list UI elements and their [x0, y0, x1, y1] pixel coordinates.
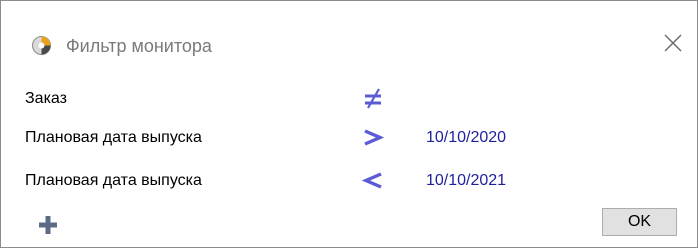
condition-field-label: Заказ [25, 90, 67, 107]
title-bar: Фильтр монитора [1, 1, 697, 56]
monitor-filter-icon [32, 36, 51, 55]
condition-value[interactable]: 10/10/2021 [426, 171, 506, 191]
greater-than-icon[interactable] [359, 125, 387, 149]
condition-value[interactable]: 10/10/2020 [426, 128, 506, 148]
filter-dialog: Фильтр монитора Заказ Плановая дата выпу… [0, 0, 698, 248]
plus-icon [39, 216, 57, 234]
close-icon[interactable] [661, 31, 685, 55]
condition-field-label: Плановая дата выпуска [25, 172, 202, 189]
ok-button[interactable]: OK [602, 208, 677, 236]
add-condition-button[interactable] [37, 214, 59, 236]
condition-field-label: Плановая дата выпуска [25, 129, 202, 146]
not-equal-icon[interactable] [359, 86, 387, 110]
window-title: Фильтр монитора [66, 36, 212, 56]
less-than-icon[interactable] [359, 168, 387, 192]
